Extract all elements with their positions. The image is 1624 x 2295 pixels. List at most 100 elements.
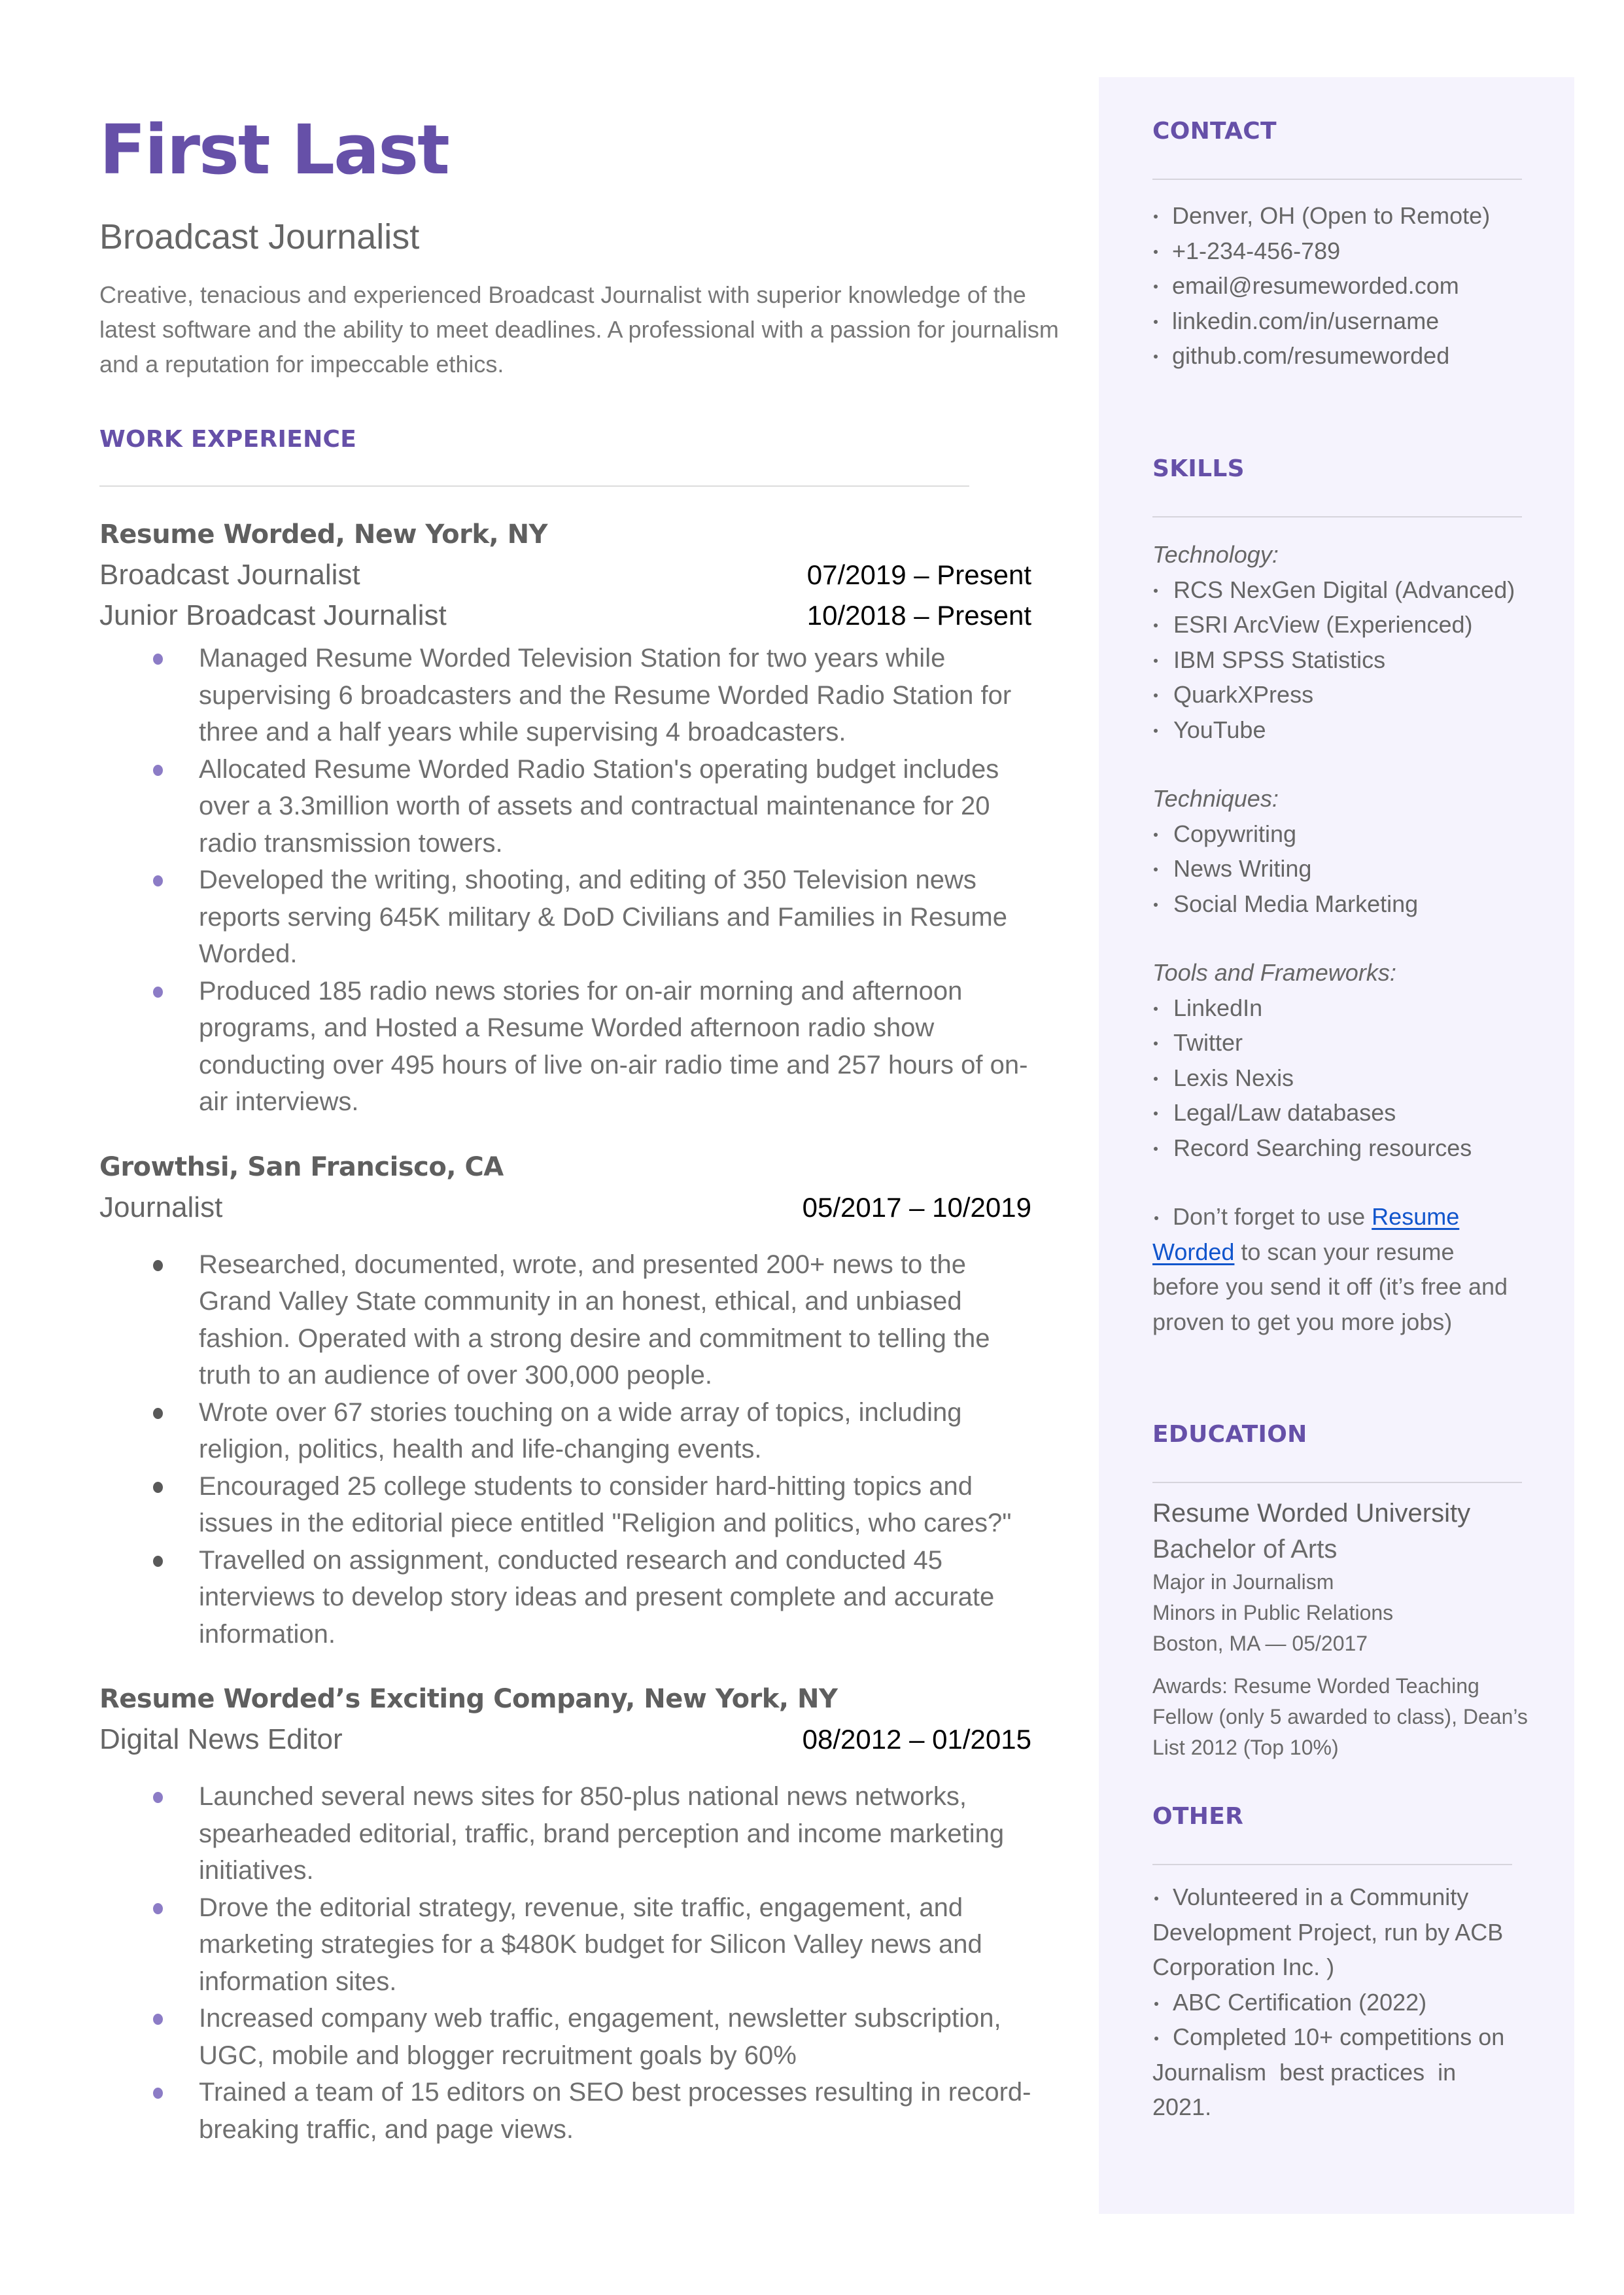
contact-list: Denver, OH (Open to Remote) +1-234-456-7… — [1152, 198, 1545, 374]
bullet-dot-icon — [1154, 2037, 1158, 2041]
bullet-text: Managed Resume Worded Television Station… — [199, 644, 1012, 747]
skill-item: News Writing — [1152, 851, 1545, 886]
contact-location: Denver, OH (Open to Remote) — [1152, 198, 1545, 234]
other-item: Completed 10+ competitions on Journalism… — [1152, 2023, 1512, 2120]
skills-section: SKILLS Technology: RCS NexGen Digital (A… — [1152, 455, 1545, 1339]
job-entry: Resume Worded’s Exciting Company, New Yo… — [99, 1679, 1035, 2148]
skill-item: LinkedIn — [1152, 990, 1545, 1026]
bullet-item: Encouraged 25 college students to consid… — [99, 1468, 1035, 1542]
sidebar: CONTACT Denver, OH (Open to Remote) +1-2… — [1099, 77, 1574, 2214]
skill-item: ESRI ArcView (Experienced) — [1152, 607, 1545, 642]
resume-worded-note: Don’t forget to use Resume Worded to sca… — [1152, 1203, 1508, 1335]
bullet-item: Produced 185 radio news stories for on-a… — [99, 973, 1035, 1121]
bullet-dot-icon — [153, 1259, 163, 1271]
bullet-dot-icon — [1154, 1897, 1158, 1901]
section-divider — [99, 485, 969, 487]
job-title: Broadcast Journalist — [99, 559, 360, 591]
job-entry: Growthsi, San Francisco, CA Journalist 0… — [99, 1147, 1035, 1653]
contact-phone: +1-234-456-789 — [1152, 234, 1545, 269]
skill-category-label: Techniques: — [1152, 785, 1279, 812]
skill-item: Twitter — [1152, 1025, 1545, 1060]
role-row: Digital News Editor 08/2012 – 01/2015 — [99, 1719, 1031, 1760]
skill-item: Social Media Marketing — [1152, 886, 1545, 922]
bullet-dot-icon — [1154, 1076, 1158, 1081]
bullet-dot-icon — [153, 875, 163, 887]
skill-item: Copywriting — [1152, 816, 1545, 852]
bullet-dot-icon — [153, 1407, 163, 1419]
bullet-dot-icon — [1154, 2001, 1158, 2006]
work-experience-heading: WORK EXPERIENCE — [99, 426, 357, 453]
skill-category: Technology: RCS NexGen Digital (Advanced… — [1152, 537, 1545, 747]
section-divider — [1152, 516, 1522, 517]
bullet-dot-icon — [1154, 693, 1158, 697]
bullet-dot-icon — [153, 2088, 163, 2099]
role-row: Junior Broadcast Journalist 10/2018 – Pr… — [99, 595, 1031, 636]
skill-list: Copywriting News Writing Social Media Ma… — [1152, 816, 1545, 922]
skill-category-label: Tools and Frameworks: — [1152, 959, 1396, 986]
bullet-text: Developed the writing, shooting, and edi… — [199, 866, 1007, 969]
school-name: Resume Worded University — [1152, 1499, 1471, 1528]
bullet-dot-icon — [153, 654, 163, 665]
skill-category-label: Technology: — [1152, 541, 1279, 568]
bullet-dot-icon — [1154, 319, 1158, 324]
bullet-item: Researched, documented, wrote, and prese… — [99, 1246, 1035, 1394]
other-heading: OTHER — [1152, 1803, 1244, 1830]
bullet-dot-icon — [1154, 902, 1158, 907]
skill-category: Tools and Frameworks: LinkedIn Twitter L… — [1152, 955, 1545, 1165]
bullet-dot-icon — [153, 1555, 163, 1567]
bullet-dot-icon — [153, 764, 163, 776]
bullet-text: Wrote over 67 stories touching on a wide… — [199, 1397, 962, 1464]
job-dates: 10/2018 – Present — [806, 600, 1031, 631]
bullet-dot-icon — [1154, 1006, 1158, 1011]
bullet-dot-icon — [1154, 1216, 1158, 1221]
bullet-dot-icon — [153, 1792, 163, 1804]
other-section: OTHER Volunteered in a Community Develop… — [1152, 1803, 1545, 2125]
awards: Awards: Resume Worded Teaching Fellow (o… — [1152, 1674, 1528, 1759]
candidate-title: Broadcast Journalist — [99, 217, 420, 256]
bullet-item: Trained a team of 15 editors on SEO best… — [99, 2074, 1035, 2148]
bullet-item: Developed the writing, shooting, and edi… — [99, 862, 1035, 973]
bullet-item: Travelled on assignment, conducted resea… — [99, 1542, 1035, 1653]
bullet-text: Encouraged 25 college students to consid… — [199, 1471, 1012, 1538]
bullet-dot-icon — [1154, 355, 1158, 359]
bullet-item: Drove the editorial strategy, revenue, s… — [99, 1889, 1035, 2001]
bullet-item: Increased company web traffic, engagemen… — [99, 2000, 1035, 2074]
company-name: Growthsi, San Francisco, CA — [99, 1151, 504, 1182]
bullet-item: Allocated Resume Worded Radio Station's … — [99, 751, 1035, 862]
job-bullets: Launched several news sites for 850-plus… — [99, 1778, 1035, 2148]
bullet-dot-icon — [1154, 623, 1158, 627]
bullet-dot-icon — [1154, 285, 1158, 289]
skill-item: IBM SPSS Statistics — [1152, 642, 1545, 678]
job-bullets: Researched, documented, wrote, and prese… — [99, 1246, 1035, 1653]
contact-heading: CONTACT — [1152, 118, 1277, 145]
section-divider — [1152, 179, 1522, 180]
minor: Minors in Public Relations — [1152, 1601, 1394, 1624]
contact-linkedin[interactable]: linkedin.com/in/username — [1152, 304, 1545, 339]
bullet-text: Drove the editorial strategy, revenue, s… — [199, 1893, 982, 1996]
skill-item: Lexis Nexis — [1152, 1060, 1545, 1096]
skills-heading: SKILLS — [1152, 455, 1245, 482]
bullet-text: Increased company web traffic, engagemen… — [199, 2004, 1001, 2070]
bullet-item: Wrote over 67 stories touching on a wide… — [99, 1394, 1035, 1468]
education-entry: Resume Worded University Bachelor of Art… — [1152, 1495, 1545, 1763]
bullet-text: Travelled on assignment, conducted resea… — [199, 1545, 995, 1649]
bullet-dot-icon — [153, 2014, 163, 2025]
skills-categories: Technology: RCS NexGen Digital (Advanced… — [1152, 537, 1545, 1339]
contact-email[interactable]: email@resumeworded.com — [1152, 268, 1545, 304]
bullet-text: Allocated Resume Worded Radio Station's … — [199, 754, 999, 858]
education-location-date: Boston, MA — 05/2017 — [1152, 1632, 1368, 1655]
bullet-dot-icon — [1154, 249, 1158, 254]
candidate-name: First Last — [99, 110, 450, 190]
education-heading: EDUCATION — [1152, 1421, 1307, 1448]
job-entry: Resume Worded, New York, NY Broadcast Jo… — [99, 514, 1035, 1121]
contact-section: CONTACT Denver, OH (Open to Remote) +1-2… — [1152, 118, 1545, 374]
bullet-dot-icon — [1154, 832, 1158, 837]
bullet-dot-icon — [1154, 728, 1158, 733]
other-item: ABC Certification (2022) — [1152, 1985, 1519, 2020]
bullet-text: Researched, documented, wrote, and prese… — [199, 1250, 990, 1390]
skill-item: RCS NexGen Digital (Advanced) — [1152, 572, 1545, 608]
bullet-text: Produced 185 radio news stories for on-a… — [199, 976, 1028, 1117]
skill-item: YouTube — [1152, 712, 1545, 748]
contact-github[interactable]: github.com/resumeworded — [1152, 338, 1545, 374]
bullet-item: Launched several news sites for 850-plus… — [99, 1778, 1035, 1889]
